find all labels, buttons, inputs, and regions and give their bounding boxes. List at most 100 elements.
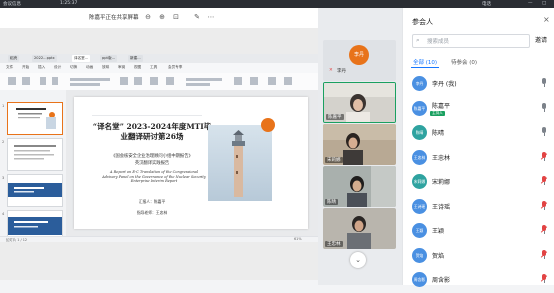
video-name: 王忠林 <box>325 241 343 247</box>
avatar: 李丹 <box>349 45 369 65</box>
mic-icon[interactable] <box>541 127 547 136</box>
slides-panel: 1 2 3 4 <box>0 90 67 243</box>
video-name: 李丹 <box>337 69 346 74</box>
member-row[interactable]: 宋莉娜 宋莉娜 <box>403 171 554 195</box>
video-tile-chenjiaping[interactable]: 陈嘉平 <box>323 82 396 123</box>
doc-tab[interactable]: 2022...pptx <box>32 55 57 62</box>
phone-label[interactable]: 电话 <box>482 1 491 7</box>
avatar: 宋莉娜 <box>412 174 427 189</box>
video-tile-chenqing[interactable]: 陈晴 <box>323 166 396 207</box>
member-name: 周含影 <box>432 277 451 284</box>
ribbon-item[interactable]: 开始 <box>22 65 29 70</box>
doc-tab[interactable]: 稻壳 <box>8 55 20 62</box>
avatar: 王颖 <box>412 223 427 238</box>
mic-muted-icon[interactable] <box>540 225 548 234</box>
mic-icon[interactable] <box>541 78 547 87</box>
doc-tab[interactable]: ppt版... <box>100 55 117 62</box>
maximize-icon[interactable]: □ <box>542 1 546 6</box>
zoom-in-icon[interactable]: ⊕ <box>157 12 167 22</box>
scroll-down-button[interactable]: ⌄ <box>350 252 366 268</box>
tab-all-members[interactable]: 全部 (10) <box>413 58 437 66</box>
slide-subtitle-1: 《国会核安全企业治理顾问小组中期报告》 <box>111 154 193 159</box>
video-tile-songlina[interactable]: 宋莉娜 <box>323 124 396 165</box>
panel-title: 参会人 <box>412 18 433 26</box>
slide-thumbnail-1[interactable] <box>7 102 63 135</box>
member-row[interactable]: 王颖 王颖 <box>403 220 554 244</box>
ribbon-item[interactable]: 动画 <box>86 65 93 70</box>
member-row[interactable]: 周含影 周含影 <box>403 269 554 293</box>
slide-advisor: 指导老师：王忠林 <box>136 210 168 215</box>
member-row[interactable]: 陈晴 陈晴 <box>403 122 554 146</box>
ribbon-item[interactable]: 文件 <box>6 65 13 70</box>
slide-subtitle-2: 英汉翻译实践报告 <box>134 161 170 166</box>
close-icon[interactable]: × <box>543 15 550 24</box>
avatar: 李丹 <box>412 76 427 91</box>
search-input[interactable]: ⌕ 搜索成员 <box>412 34 530 48</box>
video-name: 陈嘉平 <box>326 114 344 120</box>
ribbon-item[interactable]: 设计 <box>54 65 61 70</box>
presentation-tabs: 稻壳 2022...pptx 译名堂... ppt版... 新建... <box>0 54 318 63</box>
mic-muted-icon[interactable] <box>540 176 548 185</box>
current-slide: “译名堂” 2023-2024年度MTI毕 业翻译研讨第26场 《国会核安全企业… <box>74 97 308 229</box>
video-name: 宋莉娜 <box>325 157 343 163</box>
invite-button[interactable]: 邀请 <box>535 35 547 44</box>
doc-tab-active[interactable]: 译名堂... <box>72 55 91 62</box>
member-name: 陈嘉平 <box>432 102 451 110</box>
ribbon-item[interactable]: 放映 <box>102 65 109 70</box>
video-name: 陈晴 <box>325 199 338 205</box>
share-toolbar: 陈嘉平正在共享屏幕 ⊖ ⊕ ⊡ ✎ ⋯ <box>0 8 318 29</box>
ribbon-item[interactable]: 审阅 <box>118 65 125 70</box>
mic-muted-icon: ✕ <box>329 68 333 73</box>
annotate-icon[interactable]: ✎ <box>192 12 202 22</box>
member-name: 王诗瑶 <box>432 203 451 211</box>
fit-screen-icon[interactable]: ⊡ <box>171 12 181 22</box>
shared-screen-bottom <box>0 242 318 280</box>
search-icon: ⌕ <box>416 36 420 44</box>
slide-thumbnail-3[interactable] <box>7 174 63 207</box>
member-name: 陈晴 <box>432 130 445 137</box>
ribbon-item[interactable]: 插入 <box>38 65 45 70</box>
slide-divider <box>92 115 202 116</box>
more-icon[interactable]: ⋯ <box>206 12 216 22</box>
avatar: 陈晴 <box>412 125 427 140</box>
tab-waiting-members[interactable]: 待参会 (0) <box>451 58 477 66</box>
doc-tab[interactable]: 新建... <box>128 55 143 62</box>
zoom-out-icon[interactable]: ⊖ <box>143 12 153 22</box>
member-row[interactable]: 李丹 李丹 (我) <box>403 73 554 97</box>
mic-muted-icon[interactable] <box>540 249 548 259</box>
ribbon-item[interactable]: 视图 <box>134 65 141 70</box>
ribbon-item[interactable]: 会员专享 <box>168 65 182 70</box>
ribbon-item[interactable]: 工具 <box>150 65 157 70</box>
lighthouse-image <box>208 125 272 201</box>
member-row[interactable]: 陈嘉平 陈嘉平 主持人 <box>403 98 554 122</box>
member-row[interactable]: 贺焰 贺焰 <box>403 245 554 269</box>
video-column: 李丹 ✕ 李丹 陈嘉平 宋莉娜 陈晴 王忠林 ⌄ <box>318 8 402 285</box>
slide-thumbnail-2[interactable] <box>7 138 63 171</box>
share-status-text: 陈嘉平正在共享屏幕 <box>89 15 139 21</box>
avatar: 陈嘉平 <box>412 100 427 116</box>
slide-title-line2: 业翻译研讨第26场 <box>120 132 184 141</box>
slide-english-title: A Report on E-C Translation of the Congr… <box>102 170 206 184</box>
slide-reporter: 汇报人：陈嘉平 <box>138 199 166 204</box>
slide-number: 1 <box>2 104 5 108</box>
ribbon-toolbar <box>0 73 318 91</box>
mic-muted-icon[interactable] <box>540 200 548 210</box>
mic-icon[interactable] <box>541 102 547 112</box>
mic-muted-icon[interactable] <box>540 151 548 161</box>
zoom-level[interactable]: 61% <box>294 237 302 241</box>
member-row[interactable]: 王忠林 王忠林 <box>403 147 554 171</box>
participants-panel: 参会人 × ⌕ 搜索成员 邀请 全部 (10) 待参会 (0) 李丹 李丹 (我)… <box>402 8 554 287</box>
ribbon-item[interactable]: 切换 <box>70 65 77 70</box>
minimize-icon[interactable]: — <box>528 1 533 6</box>
host-badge: 主持人 <box>430 110 445 116</box>
slide-number: 2 <box>2 140 5 144</box>
top-bar: 会议信息 1:25:37 电话 — □ <box>0 0 554 8</box>
meeting-info-label[interactable]: 会议信息 <box>3 1 21 7</box>
mic-muted-icon[interactable] <box>540 274 548 283</box>
member-name: 王颖 <box>432 228 445 235</box>
member-row[interactable]: 王诗瑶 王诗瑶 <box>403 196 554 220</box>
orange-circle-decoration <box>261 118 275 132</box>
video-tile-wangzhonglin[interactable]: 王忠林 <box>323 208 396 249</box>
video-tile-lidan[interactable]: 李丹 ✕ 李丹 <box>323 40 396 81</box>
member-name: 王忠林 <box>432 154 451 162</box>
